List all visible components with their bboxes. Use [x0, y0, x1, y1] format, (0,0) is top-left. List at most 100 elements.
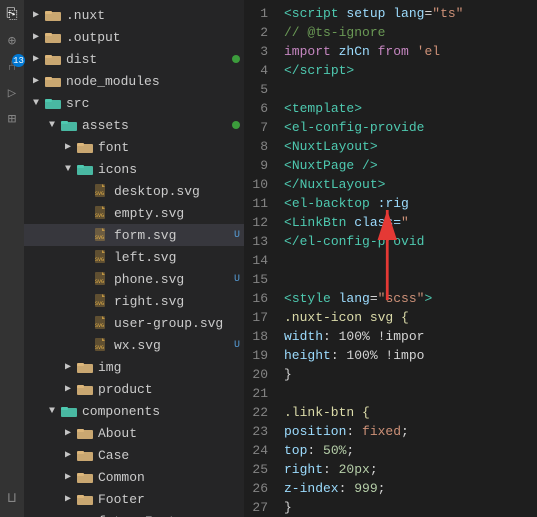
tree-label-desktop: desktop.svg [114, 184, 240, 199]
tree-item-components[interactable]: ▼ components [24, 400, 244, 422]
svg-text:SVG: SVG [95, 257, 104, 263]
line-number-22: 22 [244, 403, 268, 422]
code-line-6: <template> [284, 99, 537, 118]
tree-arrow-components: ▼ [44, 406, 60, 417]
tree-item-desktop[interactable]: SVG desktop.svg [24, 180, 244, 202]
tree-icon-components [60, 402, 78, 420]
tree-icon-wx: SVG [92, 336, 110, 354]
tree-arrow-font: ▶ [60, 141, 76, 153]
remote-icon[interactable]: ⊔ [1, 487, 23, 509]
line-number-17: 17 [244, 308, 268, 327]
svg-text:SVG: SVG [95, 279, 104, 285]
tree-label-assets: assets [82, 118, 228, 133]
tree-icon-phone: SVG [92, 270, 110, 288]
tree-arrow-output: ▶ [28, 31, 44, 43]
tree-label-Common: Common [98, 470, 240, 485]
tree-label-empty: empty.svg [114, 206, 240, 221]
tree-item-phone[interactable]: SVGphone.svgU [24, 268, 244, 290]
code-line-5 [284, 80, 537, 99]
tree-item-futrueFactory[interactable]: ▶futrueFactory [24, 510, 244, 517]
tree-item-Case[interactable]: ▶Case [24, 444, 244, 466]
tree-item-src[interactable]: ▼src [24, 92, 244, 114]
tree-item-wx[interactable]: SVGwx.svgU [24, 334, 244, 356]
tree-label-dist: dist [66, 52, 228, 67]
tree-icon-right: SVG [92, 292, 110, 310]
tree-label-user-group: user-group.svg [114, 316, 240, 331]
run-icon[interactable]: ▷ [1, 82, 23, 104]
code-line-16: <style lang="scss"> [284, 289, 537, 308]
line-number-10: 10 [244, 175, 268, 194]
tree-item-Common[interactable]: ▶Common [24, 466, 244, 488]
tree-item-node_modules[interactable]: ▶node_modules [24, 70, 244, 92]
tree-item-right[interactable]: SVGright.svg [24, 290, 244, 312]
line-number-16: 16 [244, 289, 268, 308]
tree-icon-dist [44, 50, 62, 68]
tree-item-font[interactable]: ▶font [24, 136, 244, 158]
line-number-6: 6 [244, 99, 268, 118]
source-control-icon[interactable]: ⑃ 13 [1, 56, 23, 78]
search-icon[interactable]: ⊕ [1, 30, 23, 52]
tree-item-left[interactable]: SVGleft.svg [24, 246, 244, 268]
tree-item-About[interactable]: ▶About [24, 422, 244, 444]
tree-item-img[interactable]: ▶img [24, 356, 244, 378]
tree-item-assets[interactable]: ▼assets [24, 114, 244, 136]
tree-icon-desktop: SVG [92, 182, 110, 200]
tree-arrow-node_modules: ▶ [28, 75, 44, 87]
code-line-12: <LinkBtn class=" [284, 213, 537, 232]
tree-item-product[interactable]: ▶product [24, 378, 244, 400]
code-line-26: z-index: 999; [284, 479, 537, 498]
line-number-14: 14 [244, 251, 268, 270]
svg-text:SVG: SVG [95, 345, 104, 351]
line-number-24: 24 [244, 441, 268, 460]
code-line-19: height: 100% !impo [284, 346, 537, 365]
tree-arrow-icons: ▼ [60, 164, 76, 175]
tree-label-components: components [82, 404, 240, 419]
tree-label-About: About [98, 426, 240, 441]
tree-item-empty[interactable]: SVGempty.svg [24, 202, 244, 224]
tree-item-nuxt[interactable]: ▶.nuxt [24, 4, 244, 26]
line-numbers: 1234567891011121314151617181920212223242… [244, 0, 276, 517]
tree-label-output: .output [66, 30, 240, 45]
line-number-27: 27 [244, 498, 268, 517]
tree-item-Footer[interactable]: ▶Footer [24, 488, 244, 510]
line-number-25: 25 [244, 460, 268, 479]
line-number-4: 4 [244, 61, 268, 80]
tree-label-Case: Case [98, 448, 240, 463]
code-line-11: <el-backtop :rig [284, 194, 537, 213]
code-line-20: } [284, 365, 537, 384]
code-line-9: <NuxtPage /> [284, 156, 537, 175]
tree-item-form[interactable]: SVGform.svgU [24, 224, 244, 246]
tree-label-form: form.svg [114, 228, 230, 243]
line-number-13: 13 [244, 232, 268, 251]
tree-label-futrueFactory: futrueFactory [98, 514, 240, 517]
svg-text:SVG: SVG [95, 301, 104, 307]
tree-arrow-Footer: ▶ [60, 493, 76, 505]
tree-icon-src [44, 94, 62, 112]
tree-item-user-group[interactable]: SVG user-group.svg [24, 312, 244, 334]
tree-label-phone: phone.svg [114, 272, 230, 287]
tree-item-output[interactable]: ▶ .output [24, 26, 244, 48]
tree-label-img: img [98, 360, 240, 375]
extensions-icon[interactable]: ⊞ [1, 108, 23, 130]
tree-icon-Case [76, 446, 94, 464]
code-line-13: </el-config-provid [284, 232, 537, 251]
tree-label-src: src [66, 96, 240, 111]
tree-item-icons[interactable]: ▼icons [24, 158, 244, 180]
code-line-14 [284, 251, 537, 270]
tree-icon-Footer [76, 490, 94, 508]
code-line-1: <script setup lang="ts" [284, 4, 537, 23]
line-number-3: 3 [244, 42, 268, 61]
tree-icon-user-group: SVG [92, 314, 110, 332]
line-number-18: 18 [244, 327, 268, 346]
code-line-4: </script> [284, 61, 537, 80]
activity-bar: ⎘ ⊕ ⑃ 13 ▷ ⊞ ⊔ [0, 0, 24, 517]
code-content: <script setup lang="ts"// @ts-ignoreimpo… [276, 0, 537, 517]
tree-dot-dist [232, 55, 240, 63]
tree-label-wx: wx.svg [114, 338, 230, 353]
line-number-23: 23 [244, 422, 268, 441]
tree-item-dist[interactable]: ▶dist [24, 48, 244, 70]
tree-icon-nuxt [44, 6, 62, 24]
explorer-icon[interactable]: ⎘ [1, 4, 23, 26]
code-line-27: } [284, 498, 537, 517]
svg-text:SVG: SVG [95, 235, 104, 241]
